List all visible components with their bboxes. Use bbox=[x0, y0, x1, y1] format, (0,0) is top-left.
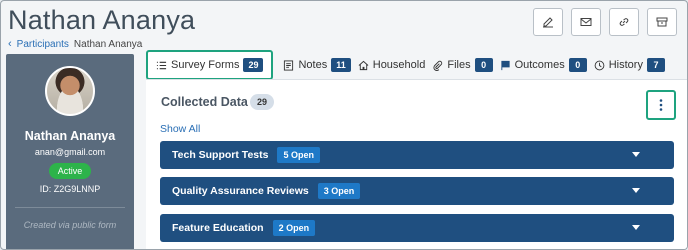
accordion-quality-assurance-reviews[interactable]: Quality Assurance Reviews 3 Open bbox=[160, 177, 674, 205]
profile-name: Nathan Ananya bbox=[24, 129, 116, 143]
status-badge: Active bbox=[48, 163, 92, 179]
tab-household[interactable]: Household bbox=[358, 59, 426, 71]
app-frame: Nathan Ananya ‹ Participants Nathan Anan… bbox=[0, 0, 688, 250]
page-title: Nathan Ananya bbox=[8, 5, 196, 35]
profile-source-note: Created via public form bbox=[23, 220, 117, 230]
caret-down-icon bbox=[632, 225, 640, 230]
edit-icon bbox=[543, 17, 553, 28]
collected-data-count: 29 bbox=[250, 94, 275, 110]
tab-label: History bbox=[608, 59, 643, 71]
caret-down-icon bbox=[632, 188, 640, 193]
accordion-tech-support-tests[interactable]: Tech Support Tests 5 Open bbox=[160, 141, 674, 169]
sidebar-divider bbox=[15, 207, 125, 208]
tab-count-badge: 29 bbox=[243, 58, 264, 72]
tab-bar: Survey Forms 29 Notes 11 Household Files… bbox=[146, 50, 672, 80]
avatar bbox=[45, 66, 95, 116]
link-button[interactable] bbox=[609, 8, 639, 36]
profile-sidebar: Nathan Ananya anan@gmail.com Active ID: … bbox=[6, 54, 134, 249]
tab-label: Notes bbox=[298, 59, 328, 71]
link-icon bbox=[619, 18, 629, 26]
archive-icon bbox=[656, 17, 668, 27]
show-all-link[interactable]: Show All bbox=[160, 123, 200, 135]
tab-count-badge: 0 bbox=[474, 58, 493, 72]
tab-label: Survey Forms bbox=[171, 59, 240, 71]
email-button[interactable] bbox=[571, 8, 601, 36]
accordion-title: Tech Support Tests bbox=[172, 149, 269, 161]
tab-outcomes[interactable]: Outcomes 0 bbox=[500, 58, 587, 72]
chevron-left-icon: ‹ bbox=[8, 38, 12, 50]
open-count-badge: 5 Open bbox=[277, 147, 320, 163]
collected-data-title: Collected Data bbox=[161, 95, 248, 109]
profile-id: ID: Z2G9LNNP bbox=[39, 184, 101, 194]
clock-icon bbox=[594, 60, 605, 70]
tab-history[interactable]: History 7 bbox=[594, 58, 665, 72]
tab-files[interactable]: Files 0 bbox=[432, 58, 493, 72]
profile-email: anan@gmail.com bbox=[34, 147, 106, 157]
tab-survey-forms[interactable]: Survey Forms 29 bbox=[146, 50, 274, 80]
breadcrumb: ‹ Participants Nathan Ananya bbox=[8, 38, 142, 50]
tab-notes[interactable]: Notes 11 bbox=[283, 58, 351, 72]
tab-count-badge: 11 bbox=[331, 58, 351, 72]
home-icon bbox=[358, 60, 369, 70]
caret-down-icon bbox=[632, 152, 640, 157]
more-options-button[interactable] bbox=[646, 90, 676, 120]
accordion-title: Quality Assurance Reviews bbox=[172, 185, 309, 197]
tab-label: Outcomes bbox=[514, 59, 565, 71]
accordion-feature-education[interactable]: Feature Education 2 Open bbox=[160, 214, 674, 242]
list-icon bbox=[156, 61, 167, 69]
tab-count-badge: 0 bbox=[568, 58, 587, 72]
open-count-badge: 3 Open bbox=[317, 183, 361, 199]
breadcrumb-participants-link[interactable]: Participants bbox=[17, 39, 69, 50]
flag-icon bbox=[500, 60, 510, 70]
survey-forms-panel: Collected Data 29 Show All Tech Support … bbox=[146, 79, 687, 249]
paperclip-icon bbox=[433, 60, 443, 71]
archive-button[interactable] bbox=[647, 8, 677, 36]
vertical-dots-icon bbox=[659, 99, 663, 111]
mail-icon bbox=[580, 18, 592, 26]
edit-button[interactable] bbox=[533, 8, 563, 36]
tab-count-badge: 7 bbox=[646, 58, 665, 72]
notes-icon bbox=[284, 59, 294, 71]
tab-label: Files bbox=[447, 59, 471, 71]
header-actions bbox=[533, 8, 677, 36]
breadcrumb-current: Nathan Ananya bbox=[73, 38, 143, 50]
accordion-title: Feature Education bbox=[172, 222, 264, 234]
tab-label: Household bbox=[372, 59, 426, 71]
open-count-badge: 2 Open bbox=[272, 220, 316, 236]
